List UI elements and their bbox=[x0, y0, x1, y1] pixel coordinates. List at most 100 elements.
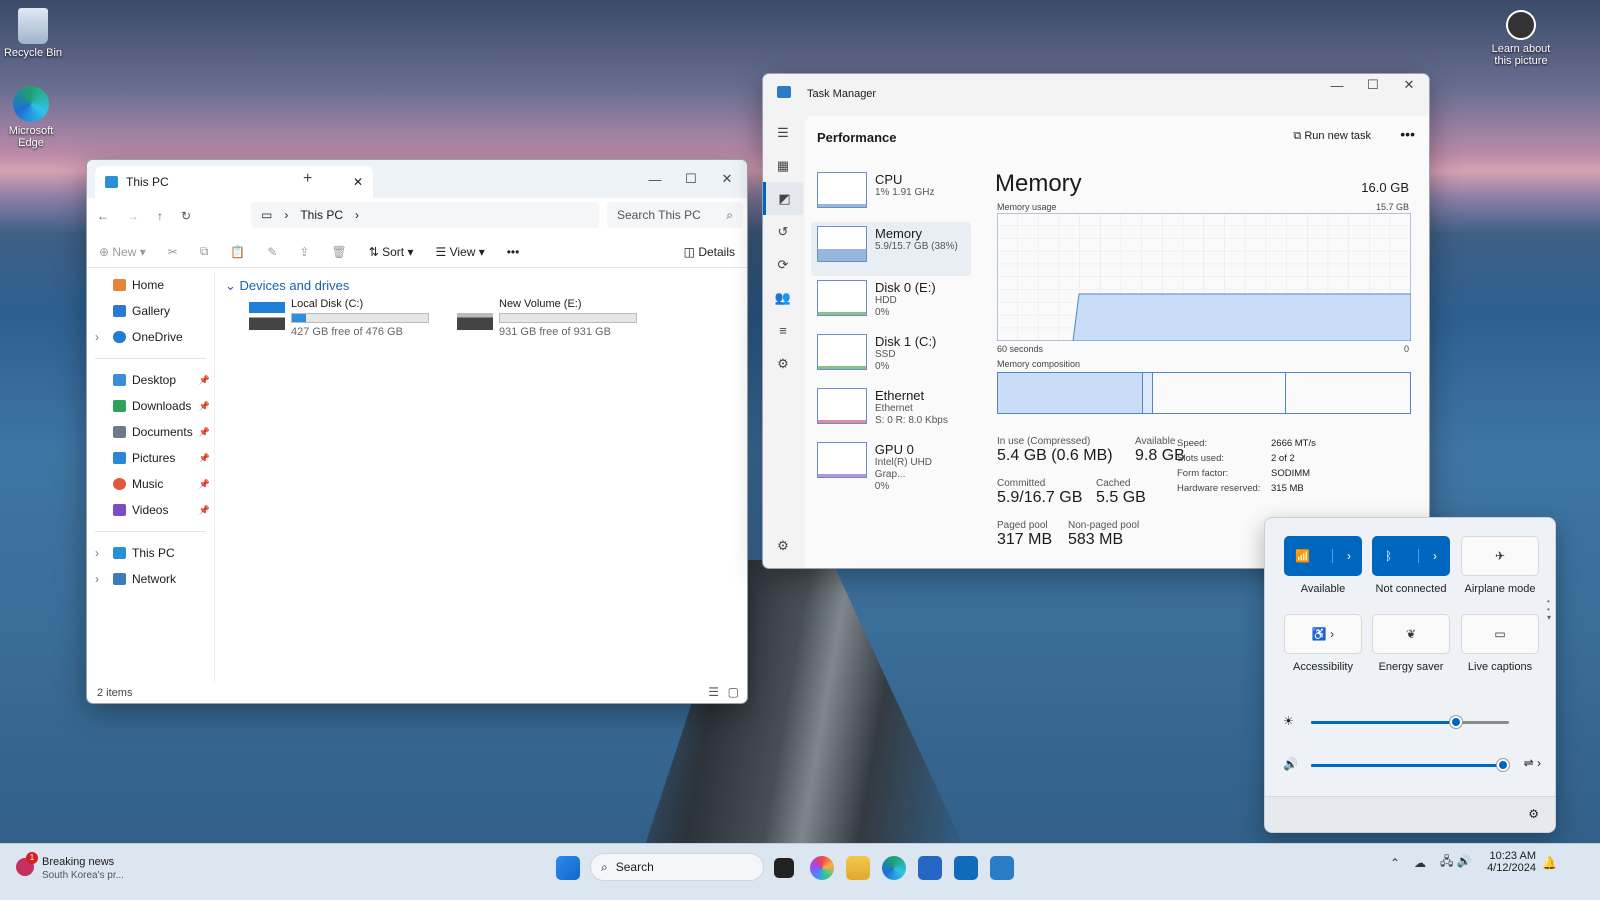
expand-icon[interactable]: › bbox=[95, 572, 99, 586]
pin-icon[interactable]: 📌 bbox=[199, 505, 210, 516]
live-captions-tile[interactable]: ▭ bbox=[1461, 614, 1539, 654]
pin-icon[interactable]: 📌 bbox=[199, 375, 210, 386]
resource-item[interactable]: Disk 0 (E:) HDD 0% bbox=[811, 276, 971, 330]
bluetooth-tile[interactable]: ᛒ › bbox=[1372, 536, 1450, 576]
rename-icon[interactable]: ✎ bbox=[267, 245, 277, 259]
services-icon[interactable]: ⚙ bbox=[763, 347, 803, 380]
expand-icon[interactable]: › bbox=[95, 546, 99, 560]
new-button[interactable]: ⊕ New ▾ bbox=[99, 245, 146, 259]
sidebar-item-music[interactable]: Music 📌 bbox=[87, 471, 214, 497]
taskbar-search[interactable]: ⌕ Search bbox=[590, 853, 764, 881]
store-icon[interactable] bbox=[918, 856, 942, 880]
hidden-icons-chevron[interactable]: ⌃ bbox=[1390, 856, 1400, 870]
hamburger-icon[interactable]: ☰ bbox=[763, 116, 803, 149]
search-input[interactable]: Search This PC ⌕ bbox=[607, 202, 743, 228]
expand-icon[interactable]: › bbox=[95, 330, 99, 344]
more-icon[interactable]: ••• bbox=[1400, 126, 1415, 142]
pin-icon[interactable]: 📌 bbox=[199, 427, 210, 438]
sidebar-item-documents[interactable]: Documents 📌 bbox=[87, 419, 214, 445]
pin-icon[interactable]: 📌 bbox=[199, 401, 210, 412]
sidebar-item-desktop[interactable]: Desktop 📌 bbox=[87, 367, 214, 393]
brightness-slider[interactable] bbox=[1311, 716, 1509, 728]
resource-item[interactable]: GPU 0 Intel(R) UHD Grap... 0% bbox=[811, 438, 971, 492]
edge-shortcut[interactable]: Microsoft Edge bbox=[0, 86, 62, 149]
app-history-icon[interactable]: ↺ bbox=[763, 215, 803, 248]
sidebar-item-pictures[interactable]: Pictures 📌 bbox=[87, 445, 214, 471]
minimize-button[interactable]: — bbox=[1319, 74, 1355, 100]
settings-icon[interactable]: ⚙ bbox=[1528, 807, 1539, 821]
sidebar-item-downloads[interactable]: Downloads 📌 bbox=[87, 393, 214, 419]
slider-thumb[interactable] bbox=[1497, 759, 1510, 771]
details-view-icon[interactable]: ☰ bbox=[708, 685, 719, 699]
network-volume-tray[interactable]: 🖧 🔊 bbox=[1440, 852, 1480, 876]
forward-button[interactable]: → bbox=[127, 209, 139, 223]
task-view-icon[interactable] bbox=[774, 858, 794, 878]
edge-icon[interactable] bbox=[882, 856, 906, 880]
users-icon[interactable]: 👥 bbox=[763, 281, 803, 314]
group-header[interactable]: ⌄ Devices and drives bbox=[225, 278, 349, 294]
performance-icon[interactable]: ◩ bbox=[763, 182, 803, 215]
accessibility-tile[interactable]: ♿ › bbox=[1284, 614, 1362, 654]
maximize-button[interactable]: ☐ bbox=[673, 164, 709, 194]
clock[interactable]: 10:23 AM 4/12/2024 bbox=[1486, 850, 1536, 874]
address-bar[interactable]: ▭ › This PC › bbox=[251, 202, 599, 228]
chevron-right-icon[interactable]: › bbox=[1418, 549, 1437, 563]
drive-e[interactable]: New Volume (E:) 931 GB free of 931 GB bbox=[457, 298, 637, 338]
close-button[interactable]: ✕ bbox=[1391, 74, 1427, 100]
share-icon[interactable]: ⇪ bbox=[299, 245, 309, 259]
chevron-right-icon[interactable]: › bbox=[1331, 549, 1351, 563]
news-widget[interactable]: 1 Breaking news South Korea's pr... bbox=[14, 850, 154, 890]
learn-picture[interactable]: Learn about this picture bbox=[1488, 10, 1554, 67]
recycle-bin[interactable]: Recycle Bin bbox=[2, 8, 64, 59]
task-manager-taskbar-icon[interactable] bbox=[990, 856, 1014, 880]
audio-output-icon[interactable]: ⇌ › bbox=[1524, 756, 1541, 770]
copilot-icon[interactable] bbox=[810, 856, 834, 880]
breadcrumb[interactable]: This PC bbox=[300, 208, 343, 222]
new-tab-button[interactable]: + bbox=[303, 170, 312, 188]
pin-icon[interactable]: 📌 bbox=[199, 479, 210, 490]
delete-icon[interactable]: 🗑 bbox=[331, 245, 346, 259]
close-tab-icon[interactable]: ✕ bbox=[353, 175, 363, 189]
sidebar-item-this-pc[interactable]: › This PC bbox=[87, 540, 214, 566]
file-explorer-icon[interactable] bbox=[846, 856, 870, 880]
more-icon[interactable]: ••• bbox=[507, 245, 520, 259]
details-button[interactable]: ◫ Details bbox=[684, 245, 735, 259]
start-icon[interactable] bbox=[556, 856, 580, 880]
run-new-task-button[interactable]: ⧉ Run new task bbox=[1293, 130, 1371, 143]
view-button[interactable]: ☰ View ▾ bbox=[435, 245, 484, 259]
tiles-view-icon[interactable]: ▢ bbox=[728, 685, 739, 699]
page-dots[interactable]: • • ▾ bbox=[1547, 598, 1551, 622]
processes-icon[interactable]: ▦ bbox=[763, 149, 803, 182]
minimize-button[interactable]: — bbox=[637, 164, 673, 194]
onedrive-tray-icon[interactable]: ☁ bbox=[1414, 856, 1426, 870]
wifi-tile[interactable]: 📶 › bbox=[1284, 536, 1362, 576]
sidebar-item-onedrive[interactable]: › OneDrive bbox=[87, 324, 214, 350]
details-icon[interactable]: ≡ bbox=[763, 314, 803, 347]
drive-c[interactable]: Local Disk (C:) 427 GB free of 476 GB bbox=[249, 298, 429, 338]
up-button[interactable]: ↑ bbox=[157, 209, 163, 223]
refresh-button[interactable]: ↻ bbox=[181, 209, 191, 223]
maximize-button[interactable]: ☐ bbox=[1355, 74, 1391, 100]
resource-item[interactable]: Ethernet Ethernet S: 0 R: 8.0 Kbps bbox=[811, 384, 971, 438]
paste-icon[interactable]: 📋 bbox=[230, 245, 245, 259]
notification-bell-icon[interactable]: 🔔 bbox=[1542, 856, 1557, 870]
copy-icon[interactable]: ⧉ bbox=[200, 244, 209, 259]
volume-slider[interactable] bbox=[1311, 759, 1510, 771]
back-button[interactable]: ← bbox=[97, 209, 109, 223]
cut-icon[interactable]: ✂ bbox=[168, 245, 178, 259]
pin-icon[interactable]: 📌 bbox=[199, 453, 210, 464]
sidebar-item-network[interactable]: › Network bbox=[87, 566, 214, 592]
sidebar-item-home[interactable]: Home bbox=[87, 272, 214, 298]
sidebar-item-gallery[interactable]: Gallery bbox=[87, 298, 214, 324]
tab-this-pc[interactable]: This PC ✕ bbox=[95, 166, 373, 198]
outlook-icon[interactable] bbox=[954, 856, 978, 880]
close-button[interactable]: ✕ bbox=[709, 164, 745, 194]
settings-icon[interactable]: ⚙ bbox=[763, 529, 803, 562]
slider-thumb[interactable] bbox=[1449, 716, 1462, 728]
startup-icon[interactable]: ⟳ bbox=[763, 248, 803, 281]
airplane-tile[interactable]: ✈ bbox=[1461, 536, 1539, 576]
resource-item[interactable]: Memory 5.9/15.7 GB (38%) bbox=[811, 222, 971, 276]
resource-item[interactable]: CPU 1% 1.91 GHz bbox=[811, 168, 971, 222]
sidebar-item-videos[interactable]: Videos 📌 bbox=[87, 497, 214, 523]
sort-button[interactable]: ⇅ Sort ▾ bbox=[369, 245, 414, 259]
